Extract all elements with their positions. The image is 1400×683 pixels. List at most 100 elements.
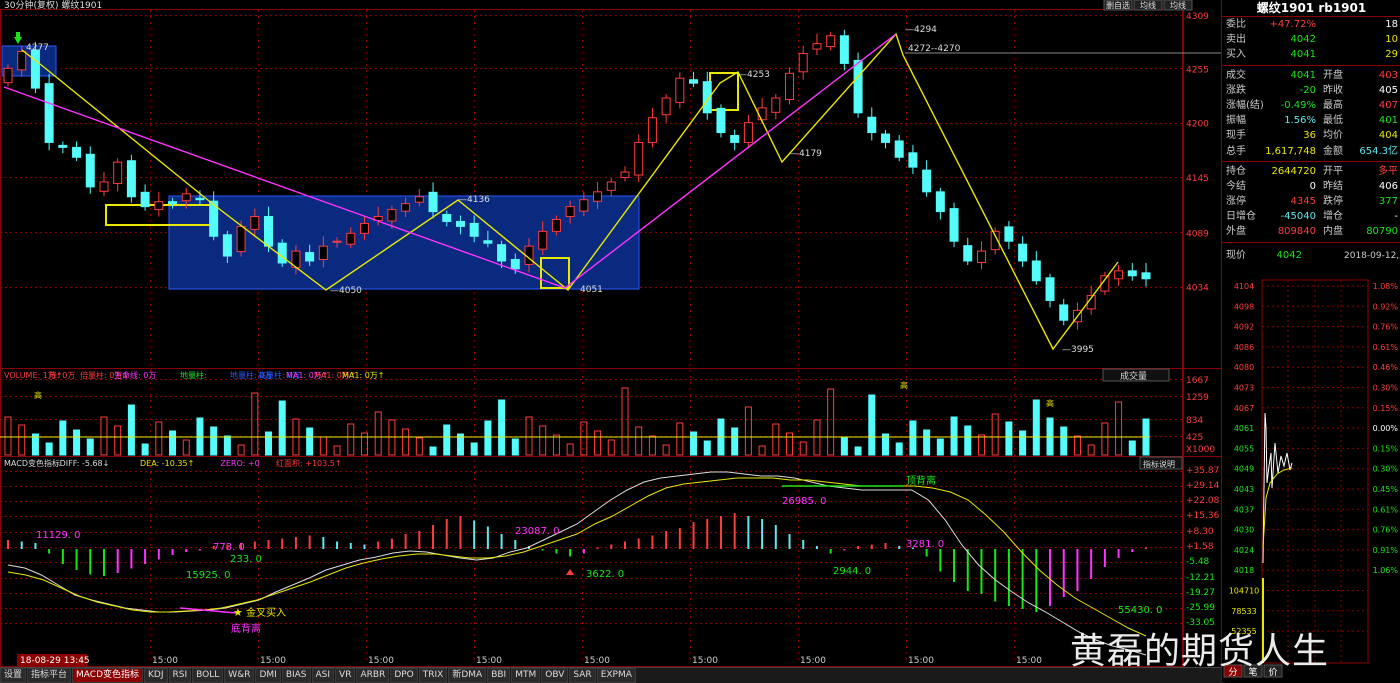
macd-annotation: 11129. 0: [36, 530, 81, 541]
macd-axis-label: -5.48: [1186, 557, 1210, 567]
kline-chart[interactable]: 30分钟(复权) 螺纹1901 删自选 均线 均线430942554200414540…: [0, 0, 1400, 682]
toolbar-tab[interactable]: TRIX: [418, 668, 448, 683]
toolbar-tab[interactable]: EXPMA: [596, 668, 636, 683]
candle-body: [318, 245, 328, 260]
quote-row: 涨跌 -20 昨收 405: [1226, 84, 1398, 96]
mini-axis-left: 4043: [1234, 485, 1254, 494]
intraday-mini-chart: 4104 4098 4092 4086 4080 4073 4067 4061 4055 4049…: [1223, 279, 1399, 678]
mini-axis-right: 0.76%: [1373, 323, 1399, 332]
candle-body: [922, 169, 932, 193]
toolbar-tab[interactable]: W&R: [224, 668, 255, 683]
time-start-label: 18-08-29 13:45: [20, 656, 90, 666]
candle-body: [1059, 304, 1069, 321]
volume-bar: [1060, 426, 1068, 456]
macd-annotation: 26985. 0: [782, 496, 827, 507]
candle-body: [195, 197, 205, 201]
volume-bar: [950, 416, 958, 456]
mini-axis-left: 4037: [1234, 505, 1254, 514]
toolbar-tab[interactable]: DPO: [390, 668, 418, 683]
toolbar-tab[interactable]: KDJ: [144, 668, 168, 683]
volume-bar: [127, 404, 135, 456]
mini-axis-left: 4018: [1234, 566, 1254, 575]
volume-bar: [909, 420, 917, 456]
indicator-toolbar: 设置 指标平台 MACD变色指标 KDJ RSI BOLL W&R DMI BIAS ASI VR A…: [0, 667, 1225, 683]
toolbar-tab[interactable]: DMI: [255, 668, 281, 683]
mini-axis-right: 0.15%: [1373, 404, 1399, 413]
toolbar-tab[interactable]: BOLL: [192, 668, 224, 683]
volume-bar: [86, 438, 94, 456]
volume-bar: [306, 427, 314, 456]
candle-body: [867, 116, 877, 134]
toolbar-tab[interactable]: RSI: [168, 668, 192, 683]
price-annotation: —3995: [1062, 345, 1094, 355]
toolbar-tab[interactable]: BIAS: [281, 668, 311, 683]
toolbar-tab[interactable]: VR: [335, 668, 356, 683]
quote-row: 振幅 1.56% 最低 401: [1226, 115, 1398, 127]
toolbar-tab[interactable]: BBI: [487, 668, 511, 683]
toolbar-tab[interactable]: SAR: [569, 668, 596, 683]
candle-body: [894, 140, 904, 158]
volume-bar: [484, 420, 492, 456]
toolbar-tab[interactable]: MACD变色指标: [72, 668, 144, 683]
candle-body: [798, 53, 808, 73]
quote-row: 外盘 809840 内盘 80790: [1226, 226, 1398, 238]
volume-legend-item: 地量柱:: [180, 370, 207, 380]
quote-row: 委比 +47.72% 18: [1226, 19, 1398, 30]
toolbar-tab[interactable]: ASI: [311, 668, 335, 683]
volume-axis-label: X1000: [1186, 445, 1215, 455]
macd-legend-item: 红面积: +103.5↑: [276, 458, 342, 468]
watermark: 黄磊的期货人生: [1070, 631, 1330, 672]
candle-body: [551, 218, 561, 232]
toolbar-tab[interactable]: 指标平台: [27, 668, 72, 683]
quote-row: 总手 1,617,748 金额 654.3亿: [1226, 145, 1398, 157]
volume-bar: [868, 394, 876, 456]
mini-axis-right: 1.08%: [1373, 282, 1399, 291]
toolbar-tab[interactable]: ARBR: [356, 668, 390, 683]
candle-body: [976, 250, 986, 263]
volume-bar: [59, 420, 67, 456]
mini-axis-left: 104710: [1229, 587, 1260, 596]
price-axis-label: 4200: [1186, 120, 1209, 130]
indicator-info-label: 指标说明: [1143, 459, 1175, 469]
price-annotation: 4051: [580, 285, 603, 295]
candle-body: [483, 240, 493, 244]
mini-axis-right: 0.76%: [1373, 526, 1399, 535]
candle-body: [305, 252, 315, 262]
volume-bar: [498, 399, 506, 456]
volume-bar: [210, 426, 218, 456]
time-axis-label: 15:00: [584, 656, 610, 666]
macd-annotation: 3281. 0: [906, 539, 944, 550]
candle-body: [58, 144, 68, 148]
volume-type-label: 成交量: [1120, 370, 1147, 382]
volume-high-label: 高: [900, 380, 908, 390]
time-axis-label: 15:00: [692, 656, 718, 666]
quote-row: 持仓 2644720 开平 多平: [1226, 165, 1398, 177]
toolbar-tab[interactable]: MTM: [511, 668, 541, 683]
candle-body: [1018, 243, 1028, 262]
macd-axis-label: +29.14: [1186, 481, 1220, 491]
candle-body: [44, 83, 54, 143]
volume-bar: [1128, 440, 1136, 456]
buy-arrow-stem: [16, 32, 20, 38]
candle-body: [277, 242, 287, 264]
mini-axis-right: 0.30%: [1373, 465, 1399, 474]
candle-body: [30, 49, 40, 89]
toolbar-tab[interactable]: OBV: [541, 668, 569, 683]
volume-bar: [45, 442, 53, 456]
candle-body: [757, 107, 767, 121]
volume-bar: [936, 438, 944, 456]
mini-axis-right: 0.91%: [1373, 546, 1399, 555]
price-annotation: —4050: [330, 286, 362, 296]
candle-body: [675, 77, 685, 103]
toolbar-tab[interactable]: 新DMA: [448, 668, 487, 683]
candle-body: [332, 240, 342, 243]
mini-axis-right: 0.15%: [1373, 444, 1399, 453]
candle-body: [730, 135, 740, 143]
candle-body: [963, 245, 973, 262]
volume-bar: [1019, 430, 1027, 456]
toolbar-tab[interactable]: 设置: [0, 668, 27, 683]
candle-body: [620, 171, 630, 178]
quote-row: 日增仓 -45040 增仓 -: [1226, 211, 1398, 223]
candle-body: [949, 208, 959, 242]
macd-legend-item: ZERO: +0: [220, 459, 259, 468]
